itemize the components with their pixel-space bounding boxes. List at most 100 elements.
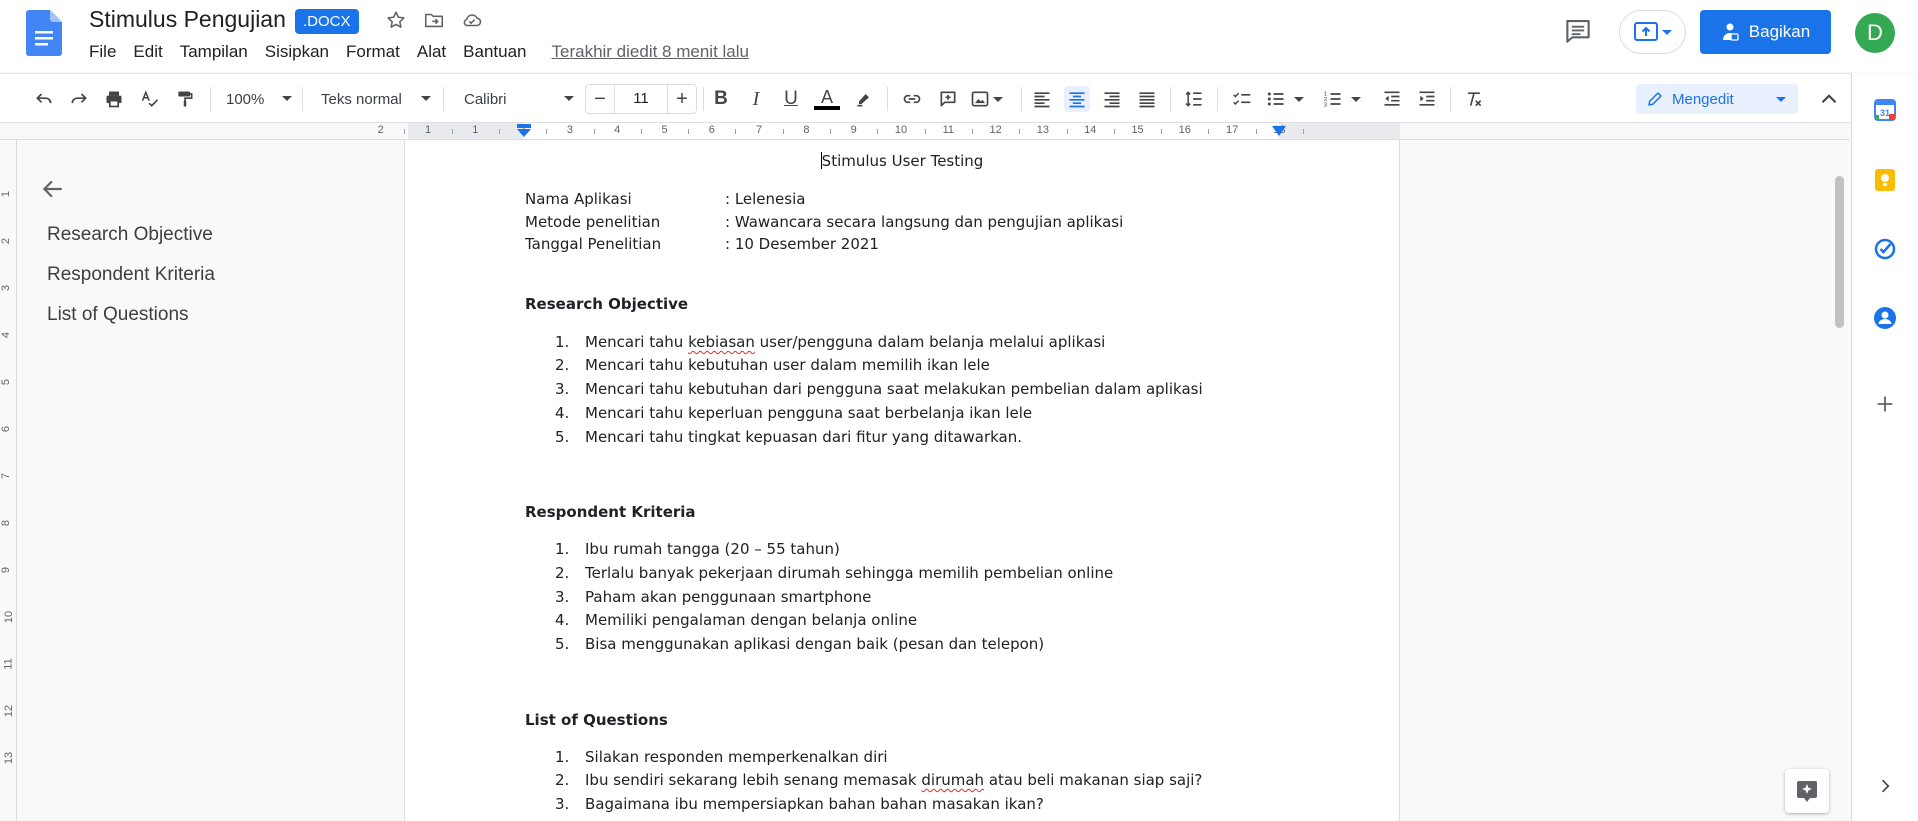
align-justify-icon[interactable] xyxy=(1134,86,1160,112)
close-outline-icon[interactable] xyxy=(40,176,66,202)
info-row[interactable]: Metode penelitian: Wawancara secara lang… xyxy=(525,213,1123,231)
list-item[interactable]: 3. Bagaimana ibu mempersiapkan bahan baha… xyxy=(555,795,1044,813)
add-addon-icon[interactable] xyxy=(1872,391,1898,417)
section-heading[interactable]: Research Objective xyxy=(525,295,688,313)
outline-item-list-of-questions[interactable]: List of Questions xyxy=(47,304,189,326)
menu-format[interactable]: Format xyxy=(346,42,400,62)
share-label: Bagikan xyxy=(1748,22,1811,41)
bulleted-list-icon[interactable] xyxy=(1266,86,1312,112)
ruler-tick xyxy=(830,129,832,134)
font-select[interactable]: Calibri xyxy=(464,84,574,114)
italic-icon[interactable]: I xyxy=(743,86,769,112)
document-title[interactable]: Stimulus Pengujian xyxy=(89,6,286,33)
list-item[interactable]: 2. Mencari tahu kebutuhan user dalam memi… xyxy=(555,356,990,374)
last-edit-link[interactable]: Terakhir diedit 8 menit lalu xyxy=(552,42,749,62)
align-left-icon[interactable] xyxy=(1029,86,1055,112)
undo-icon[interactable] xyxy=(31,86,57,112)
decrease-font-size-button[interactable]: − xyxy=(586,85,614,113)
section-heading[interactable]: Respondent Kriteria xyxy=(525,503,696,521)
list-item[interactable]: 3. Paham akan penggunaan smartphone xyxy=(555,588,871,606)
star-icon[interactable] xyxy=(384,8,408,32)
menu-help[interactable]: Bantuan xyxy=(463,42,526,62)
checklist-icon[interactable] xyxy=(1229,86,1255,112)
list-item[interactable]: 2. Terlalu banyak pekerjaan dirumah sehin… xyxy=(555,564,1113,582)
print-icon[interactable] xyxy=(101,86,127,112)
calendar-icon[interactable]: 31 xyxy=(1872,97,1898,123)
docs-logo-icon[interactable] xyxy=(26,10,62,56)
list-item[interactable]: 4. Memiliki pengalaman dengan belanja onl… xyxy=(555,611,917,629)
menu-file[interactable]: File xyxy=(89,42,116,62)
list-item[interactable]: 2. Ibu sendiri sekarang lebih senang mema… xyxy=(555,771,1202,789)
link-icon[interactable] xyxy=(899,86,925,112)
bold-icon[interactable]: B xyxy=(708,86,734,112)
cloud-saved-icon[interactable] xyxy=(460,8,484,32)
increase-font-size-button[interactable]: + xyxy=(668,85,696,113)
tasks-icon[interactable] xyxy=(1872,236,1898,262)
list-item[interactable]: 1. Ibu rumah tangga (20 – 55 tahun) xyxy=(555,540,840,558)
list-item[interactable]: 5. Bisa menggunakan aplikasi dengan baik … xyxy=(555,635,1044,653)
right-indent-marker-icon[interactable] xyxy=(1271,125,1287,137)
spelling-error[interactable]: dirumah xyxy=(921,771,984,789)
chevron-right-icon[interactable] xyxy=(1872,773,1898,799)
spelling-error[interactable]: kebiasan xyxy=(688,333,755,351)
present-button[interactable] xyxy=(1619,10,1686,54)
ruler-tick xyxy=(498,129,500,134)
vertical-ruler[interactable]: 1 2 3 4 5 6 7 8 9 10 11 12 13 xyxy=(0,140,17,821)
left-indent-marker-icon[interactable] xyxy=(516,124,532,138)
menu-tools[interactable]: Alat xyxy=(417,42,446,62)
align-right-icon[interactable] xyxy=(1099,86,1125,112)
line-spacing-icon[interactable] xyxy=(1181,86,1207,112)
vertical-scrollbar-thumb[interactable] xyxy=(1835,176,1844,328)
ruler-number: 2 xyxy=(0,237,13,245)
redo-icon[interactable] xyxy=(66,86,92,112)
document-heading[interactable]: Stimulus User Testing xyxy=(405,152,1399,170)
increase-indent-icon[interactable] xyxy=(1414,86,1440,112)
list-item[interactable]: 5. Mencari tahu tingkat kepuasan dari fit… xyxy=(555,428,1022,446)
info-row[interactable]: Tanggal Penelitian: 10 Desember 2021 xyxy=(525,235,879,253)
text-color-icon[interactable]: A xyxy=(814,86,840,112)
horizontal-ruler[interactable]: 21123456789101112131415161718 xyxy=(0,123,1850,140)
outline-item-respondent-kriteria[interactable]: Respondent Kriteria xyxy=(47,264,215,286)
explore-button[interactable] xyxy=(1785,769,1829,813)
editing-mode-select[interactable]: Mengedit xyxy=(1636,84,1798,114)
chevron-up-icon[interactable] xyxy=(1816,86,1842,112)
paragraph-style-select[interactable]: Teks normal xyxy=(321,84,431,114)
comments-icon[interactable] xyxy=(1563,16,1593,46)
ruler-number: 1 xyxy=(472,124,479,136)
list-item[interactable]: 3. Mencari tahu kebutuhan dari pengguna s… xyxy=(555,380,1203,398)
avatar[interactable]: D xyxy=(1855,13,1895,53)
list-item[interactable]: 1. Mencari tahu kebiasan user/pengguna da… xyxy=(555,333,1105,351)
share-button[interactable]: Bagikan xyxy=(1700,10,1831,54)
keep-icon[interactable] xyxy=(1872,167,1898,193)
info-row[interactable]: Nama Aplikasi: Lelenesia xyxy=(525,190,805,208)
underline-icon[interactable]: U xyxy=(778,86,804,112)
ruler-number: 12 xyxy=(3,704,16,718)
contacts-icon[interactable] xyxy=(1872,305,1898,331)
add-comment-icon[interactable] xyxy=(935,86,961,112)
font-size-input[interactable]: 11 xyxy=(614,85,668,113)
section-heading[interactable]: List of Questions xyxy=(525,711,668,729)
paint-format-icon[interactable] xyxy=(172,86,198,112)
list-item[interactable]: 4. Mencari tahu keperluan pengguna saat b… xyxy=(555,404,1032,422)
spellcheck-icon[interactable] xyxy=(137,86,163,112)
ruler-number: 15 xyxy=(1131,124,1144,136)
menu-view[interactable]: Tampilan xyxy=(180,42,248,62)
zoom-select[interactable]: 100% xyxy=(226,84,292,114)
menu-insert[interactable]: Sisipkan xyxy=(265,42,329,62)
clear-formatting-icon[interactable] xyxy=(1461,86,1487,112)
list-item[interactable]: 1. Silakan responden memperkenalkan diri xyxy=(555,748,888,766)
align-center-icon[interactable] xyxy=(1064,86,1090,112)
insert-image-icon[interactable] xyxy=(970,86,1010,112)
svg-text:3: 3 xyxy=(1324,103,1327,109)
move-folder-icon[interactable] xyxy=(422,8,446,32)
highlight-icon[interactable] xyxy=(851,86,877,112)
svg-text:31: 31 xyxy=(1880,108,1890,118)
numbered-list-icon[interactable]: 123 xyxy=(1323,86,1369,112)
outline-item-research-objective[interactable]: Research Objective xyxy=(47,224,213,246)
chevron-down-icon xyxy=(1661,29,1672,35)
document-page[interactable]: Stimulus User Testing Nama Aplikasi: Lel… xyxy=(405,140,1399,821)
menu-edit[interactable]: Edit xyxy=(133,42,162,62)
ruler-number: 11 xyxy=(942,124,955,136)
ruler-tick xyxy=(640,129,642,134)
decrease-indent-icon[interactable] xyxy=(1379,86,1405,112)
